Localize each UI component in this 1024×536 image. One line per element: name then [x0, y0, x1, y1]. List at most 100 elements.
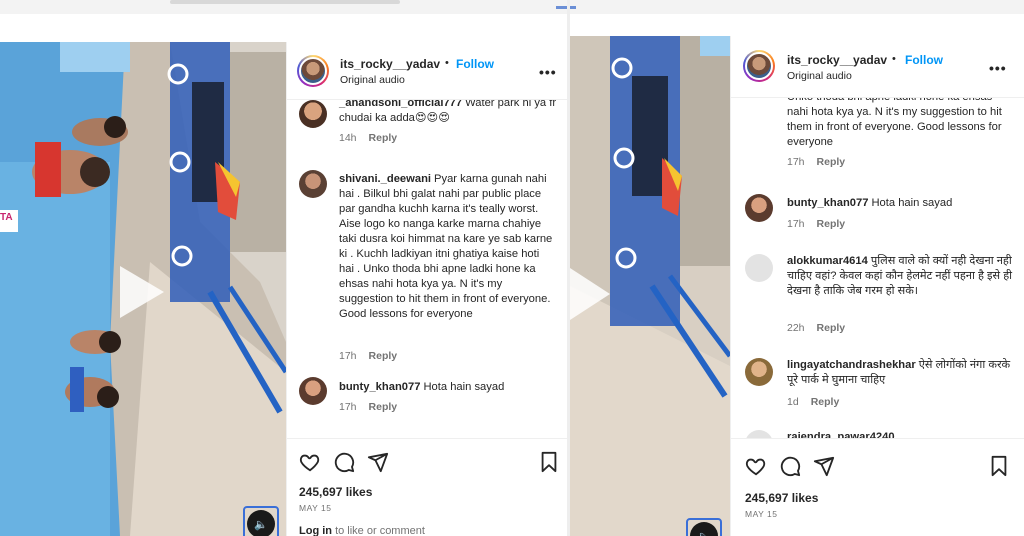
reply-button[interactable]: Reply: [369, 132, 398, 144]
comment-text: bunty_khan077 Hota hain sayad: [787, 196, 1014, 211]
comment-text: lingayatchandrashekhar ऐसे लोगोंको नंगा क…: [787, 358, 1014, 388]
author-avatar[interactable]: [743, 50, 775, 82]
comment-content: Hota hain sayad: [871, 197, 953, 209]
comment-text: alokkumar4614 पुलिस वाले को क्यों नही देख…: [787, 254, 1014, 299]
address-bar[interactable]: [170, 0, 400, 4]
right-post-panel: 🔈 its_rocky__yadav • Follow Original aud…: [570, 36, 1024, 536]
login-text: to like or comment: [335, 525, 425, 536]
comment-username[interactable]: bunty_khan077: [339, 381, 420, 393]
commenter-avatar[interactable]: [299, 377, 327, 405]
commenter-avatar[interactable]: [745, 430, 773, 438]
comment-item: rajendra_pawar4240: [731, 430, 1024, 438]
reply-button[interactable]: Reply: [817, 156, 846, 168]
reply-button[interactable]: Reply: [817, 322, 846, 334]
reply-button[interactable]: Reply: [369, 401, 398, 413]
bookmark-icon[interactable]: [989, 455, 1009, 477]
left-post-panel: TA 🔈 its_rocky__yadav • Follow Original …: [0, 42, 567, 536]
commenter-avatar[interactable]: [299, 170, 327, 198]
header-separator: •: [445, 57, 449, 69]
post-date[interactable]: MAY 15: [299, 503, 331, 513]
comment-meta: 17h Reply: [339, 401, 409, 413]
commenter-avatar[interactable]: [299, 100, 327, 128]
video-player[interactable]: 🔈: [570, 36, 730, 536]
comment-item: lingayatchandrashekhar ऐसे लोगोंको नंगा क…: [731, 356, 1024, 416]
more-icon[interactable]: •••: [989, 60, 1007, 76]
follow-button[interactable]: Follow: [456, 57, 494, 71]
comment-text: shivani._deewani Pyar karna gunah nahi ha…: [339, 172, 557, 322]
comment-icon[interactable]: [779, 455, 801, 477]
bookmark-icon[interactable]: [539, 451, 559, 473]
audio-label[interactable]: Original audio: [340, 74, 405, 86]
follow-button[interactable]: Follow: [905, 53, 943, 67]
reply-button[interactable]: Reply: [811, 396, 840, 408]
comment-time[interactable]: 17h: [787, 156, 805, 168]
heart-icon[interactable]: [745, 455, 767, 477]
comment-username[interactable]: _anandsoni_official777: [339, 100, 462, 109]
comment-text: rajendra_pawar4240: [787, 430, 1014, 438]
post-actions: 245,697 likes MAY 15: [731, 438, 1024, 536]
sound-icon[interactable]: 🔈: [243, 506, 279, 536]
post-date[interactable]: MAY 15: [745, 509, 777, 519]
commenter-avatar[interactable]: [745, 254, 773, 282]
comment-item: shivani._deewani Pyar karna gunah nahi ha…: [287, 170, 567, 370]
comment-meta: 22h Reply: [787, 322, 857, 334]
reply-button[interactable]: Reply: [817, 218, 846, 230]
comment-username[interactable]: bunty_khan077: [787, 197, 868, 209]
comment-item: bunty_khan077 Hota hain sayad 17h Reply: [287, 377, 567, 427]
video-overlay-text: TA: [0, 212, 13, 223]
comment-text: _anandsoni_official777 Water park hi ya f…: [339, 100, 557, 126]
comment-list: _anandsoni_official777 Water park hi ya f…: [287, 100, 567, 438]
comment-item: Unko thoda bhi apne ladki hone ka ehsas …: [731, 98, 1024, 170]
likes-count[interactable]: 245,697 likes: [745, 491, 818, 505]
play-icon[interactable]: [120, 266, 164, 318]
reply-button[interactable]: Reply: [369, 350, 398, 362]
comment-text: bunty_khan077 Hota hain sayad: [339, 380, 557, 395]
share-icon[interactable]: [813, 455, 835, 477]
post-sidebar: its_rocky__yadav • Follow Original audio…: [730, 36, 1024, 536]
author-username[interactable]: its_rocky__yadav: [787, 53, 887, 67]
comment-username[interactable]: lingayatchandrashekhar: [787, 359, 916, 371]
comment-time[interactable]: 17h: [339, 401, 357, 413]
more-icon[interactable]: •••: [539, 64, 557, 80]
comment-content: Pyar karna gunah nahi hai . Bilkul bhi g…: [339, 173, 553, 320]
comment-meta: 17h Reply: [339, 350, 409, 362]
comment-meta: 17h Reply: [787, 218, 857, 230]
browser-top-strip: [0, 0, 1024, 14]
comment-list: Unko thoda bhi apne ladki hone ka ehsas …: [731, 98, 1024, 438]
comment-username[interactable]: shivani._deewani: [339, 173, 431, 185]
play-icon[interactable]: [570, 268, 610, 320]
comment-meta: 17h Reply: [787, 156, 857, 168]
post-sidebar: its_rocky__yadav • Follow Original audio…: [286, 42, 567, 536]
author-username[interactable]: its_rocky__yadav: [340, 57, 440, 71]
comment-content: Unko thoda bhi apne ladki hone ka ehsas …: [787, 98, 1002, 148]
comment-icon[interactable]: [333, 451, 355, 473]
heart-icon[interactable]: [299, 451, 321, 473]
comment-text: Unko thoda bhi apne ladki hone ka ehsas …: [787, 98, 1014, 150]
commenter-avatar[interactable]: [745, 194, 773, 222]
comment-meta: 1d Reply: [787, 396, 851, 408]
tab-indicator: [556, 6, 576, 9]
login-link[interactable]: Log in: [299, 525, 332, 536]
video-player[interactable]: TA 🔈: [0, 42, 286, 536]
comment-time[interactable]: 22h: [787, 322, 805, 334]
comment-time[interactable]: 14h: [339, 132, 357, 144]
post-header: its_rocky__yadav • Follow Original audio…: [731, 36, 1024, 98]
share-icon[interactable]: [367, 451, 389, 473]
comment-item: alokkumar4614 पुलिस वाले को क्यों नही देख…: [731, 252, 1024, 334]
likes-count[interactable]: 245,697 likes: [299, 485, 372, 499]
author-avatar[interactable]: [297, 55, 329, 87]
post-actions: 245,697 likes MAY 15 Log in to like or c…: [287, 438, 567, 536]
comment-username[interactable]: rajendra_pawar4240: [787, 431, 895, 438]
header-separator: •: [892, 53, 896, 65]
login-prompt: Log in to like or comment: [299, 525, 425, 536]
audio-label[interactable]: Original audio: [787, 70, 852, 82]
comment-time[interactable]: 17h: [787, 218, 805, 230]
comment-item: _anandsoni_official777 Water park hi ya f…: [287, 100, 567, 146]
comment-item: bunty_khan077 Hota hain sayad 17h Reply: [731, 194, 1024, 244]
commenter-avatar[interactable]: [745, 358, 773, 386]
comment-meta: 14h Reply: [339, 132, 409, 144]
comment-username[interactable]: alokkumar4614: [787, 255, 868, 267]
comment-time[interactable]: 1d: [787, 396, 799, 408]
sound-icon[interactable]: 🔈: [686, 518, 722, 536]
comment-time[interactable]: 17h: [339, 350, 357, 362]
